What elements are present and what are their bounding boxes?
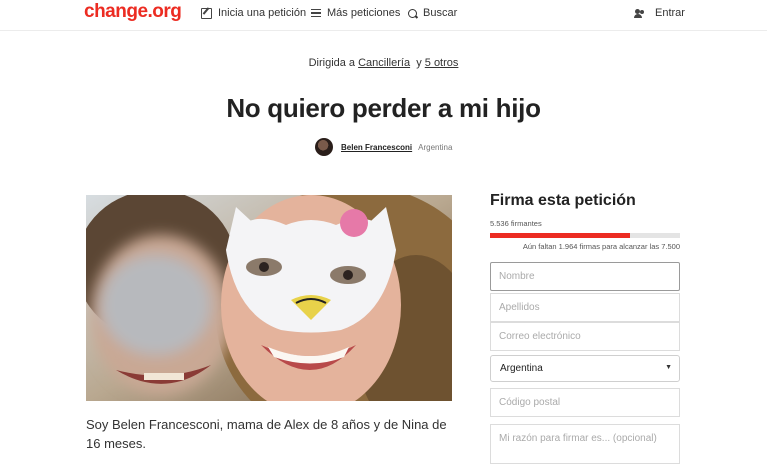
signature-progress-fill [490, 233, 631, 238]
nav-start-petition-label: Inicia una petición [218, 7, 307, 19]
target-and: y [416, 57, 422, 69]
petition-target: Dirigida a Cancillería y 5 otros [0, 57, 767, 69]
target-link-cancilleria[interactable]: Cancillería [358, 57, 410, 69]
avatar[interactable] [315, 138, 333, 156]
email-field[interactable] [490, 322, 680, 351]
petition-photo-image [86, 195, 452, 401]
petition-description: Soy Belen Francesconi, mama de Alex de 8… [86, 417, 447, 451]
first-name-field[interactable] [490, 262, 680, 291]
nav-more-petitions[interactable]: Más peticiones [311, 7, 400, 19]
country-select-value: Argentina [500, 363, 543, 374]
chevron-down-icon: ▼ [665, 364, 672, 371]
edit-icon [201, 7, 212, 19]
nav-start-petition[interactable]: Inicia una petición [201, 7, 306, 19]
petition-photo [86, 195, 452, 401]
petition-author: Belen Francesconi Argentina [315, 138, 452, 156]
postal-code-field[interactable] [490, 388, 680, 417]
signatures-remaining: Aún faltan 1.964 firmas para alcanzar la… [522, 242, 680, 251]
nav-search-label: Buscar [423, 7, 458, 19]
nav-search[interactable]: Buscar [408, 7, 457, 19]
author-country: Argentina [418, 142, 453, 152]
sign-heading: Firma esta petición [490, 192, 636, 209]
signature-progress-bar [490, 233, 680, 238]
target-link-others[interactable]: 5 otros [425, 57, 459, 69]
nav-login[interactable]: Entrar [634, 7, 685, 19]
target-prefix: Dirigida a [308, 57, 356, 69]
signers-count: 5.536 firmantes [490, 219, 542, 228]
page-title: No quiero perder a mi hijo [226, 93, 541, 123]
search-icon [408, 8, 417, 18]
author-name[interactable]: Belen Francesconi [341, 143, 412, 152]
reason-field[interactable] [490, 424, 680, 464]
list-icon [311, 8, 321, 18]
nav-more-petitions-label: Más peticiones [327, 7, 401, 19]
users-icon [634, 8, 646, 18]
last-name-field[interactable] [490, 293, 680, 322]
top-header: change.org Inicia una petición Más petic… [0, 0, 767, 31]
changeorg-logo[interactable]: change.org [84, 1, 182, 23]
country-select[interactable]: Argentina ▼ [490, 355, 680, 382]
nav-login-label: Entrar [655, 7, 685, 19]
